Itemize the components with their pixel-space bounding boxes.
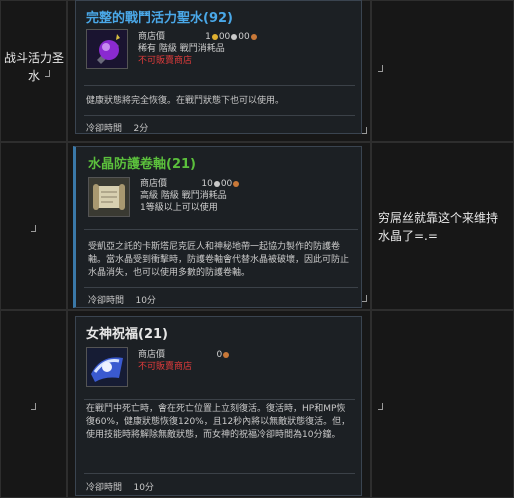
- separator: [84, 287, 358, 288]
- row1-right-cell: [371, 0, 514, 142]
- item-tooltip-scroll: 水晶防護卷軸(21) 商店價 10 00 高級 階級 戰鬥消耗品 1等級以上可以使…: [73, 146, 362, 308]
- row2-right-comment: 穷屌丝就靠这个来维持水晶了=.=: [378, 211, 499, 243]
- forum-table: 战斗活力圣水 穷屌丝就靠这个来维持水晶了=.= 完整的戰鬥活力聖水(92) 商店…: [0, 0, 514, 498]
- paragraph-mark-icon: [378, 65, 384, 72]
- paragraph-mark-icon: [45, 70, 51, 77]
- separator: [84, 115, 355, 116]
- item-title: 女神祝福(21): [86, 327, 168, 342]
- item-tooltip-blessing: 女神祝福(21) 商店價 0 不可販賣商店 在戰鬥中死亡時，會在死亡位置上立刻復…: [75, 316, 362, 496]
- copper-coin-icon: [250, 33, 257, 40]
- separator: [84, 85, 355, 86]
- paragraph-mark-icon: [362, 127, 368, 134]
- copper-coin-icon: [233, 180, 240, 187]
- gold-coin-icon: [211, 33, 218, 40]
- item-info: 商店價 1 00 00 稀有 階級 戰鬥消耗品 不可販賣商店: [138, 31, 258, 67]
- paragraph-mark-icon: [31, 403, 37, 410]
- item-info: 商店價 10 00 高級 階級 戰鬥消耗品 1等級以上可以使用: [140, 178, 240, 214]
- silver-coin-icon: [231, 33, 238, 40]
- row1-left-cell: 战斗活力圣水: [0, 0, 67, 142]
- row2-right-cell: 穷屌丝就靠这个来维持水晶了=.=: [371, 142, 514, 310]
- scroll-icon: [88, 177, 130, 217]
- row3-right-cell: [371, 310, 514, 498]
- row1-left-label: 战斗活力圣水: [3, 51, 64, 83]
- item-info: 商店價 0 不可販賣商店: [138, 349, 230, 373]
- item-cooldown: 冷卻時間 2分: [86, 124, 149, 134]
- purple-potion-icon: [86, 29, 128, 69]
- row2-left-cell: [0, 142, 67, 310]
- blessing-scroll-icon: [86, 347, 128, 387]
- item-cooldown: 冷卻時間 10分: [88, 296, 156, 306]
- row3-left-cell: [0, 310, 67, 498]
- item-cooldown: 冷卻時間 10分: [86, 483, 154, 493]
- separator: [84, 229, 358, 230]
- separator: [84, 399, 355, 400]
- separator: [84, 473, 355, 474]
- paragraph-mark-icon: [378, 403, 384, 410]
- paragraph-mark-icon: [362, 295, 368, 302]
- item-title: 水晶防護卷軸(21): [88, 157, 196, 172]
- item-description: 健康狀態將完全恢復。在戰鬥狀態下也可以使用。: [86, 96, 285, 106]
- copper-coin-icon: [223, 351, 230, 358]
- silver-coin-icon: [213, 180, 220, 187]
- item-description: 在戰鬥中死亡時，會在死亡位置上立刻復活。復活時，HP和MP恢復60%，健康狀態恢…: [86, 404, 351, 440]
- item-tooltip-elixir: 完整的戰鬥活力聖水(92) 商店價 1 00 00 稀有 階級 戰鬥消耗品 不可販賣…: [75, 0, 362, 134]
- item-description: 受凱亞之託的卡斯塔尼克匠人和神秘地帶一起協力製作的防護卷軸。當水晶受到衝擊時，防…: [88, 242, 350, 278]
- item-title: 完整的戰鬥活力聖水(92): [86, 11, 233, 26]
- paragraph-mark-icon: [31, 225, 37, 232]
